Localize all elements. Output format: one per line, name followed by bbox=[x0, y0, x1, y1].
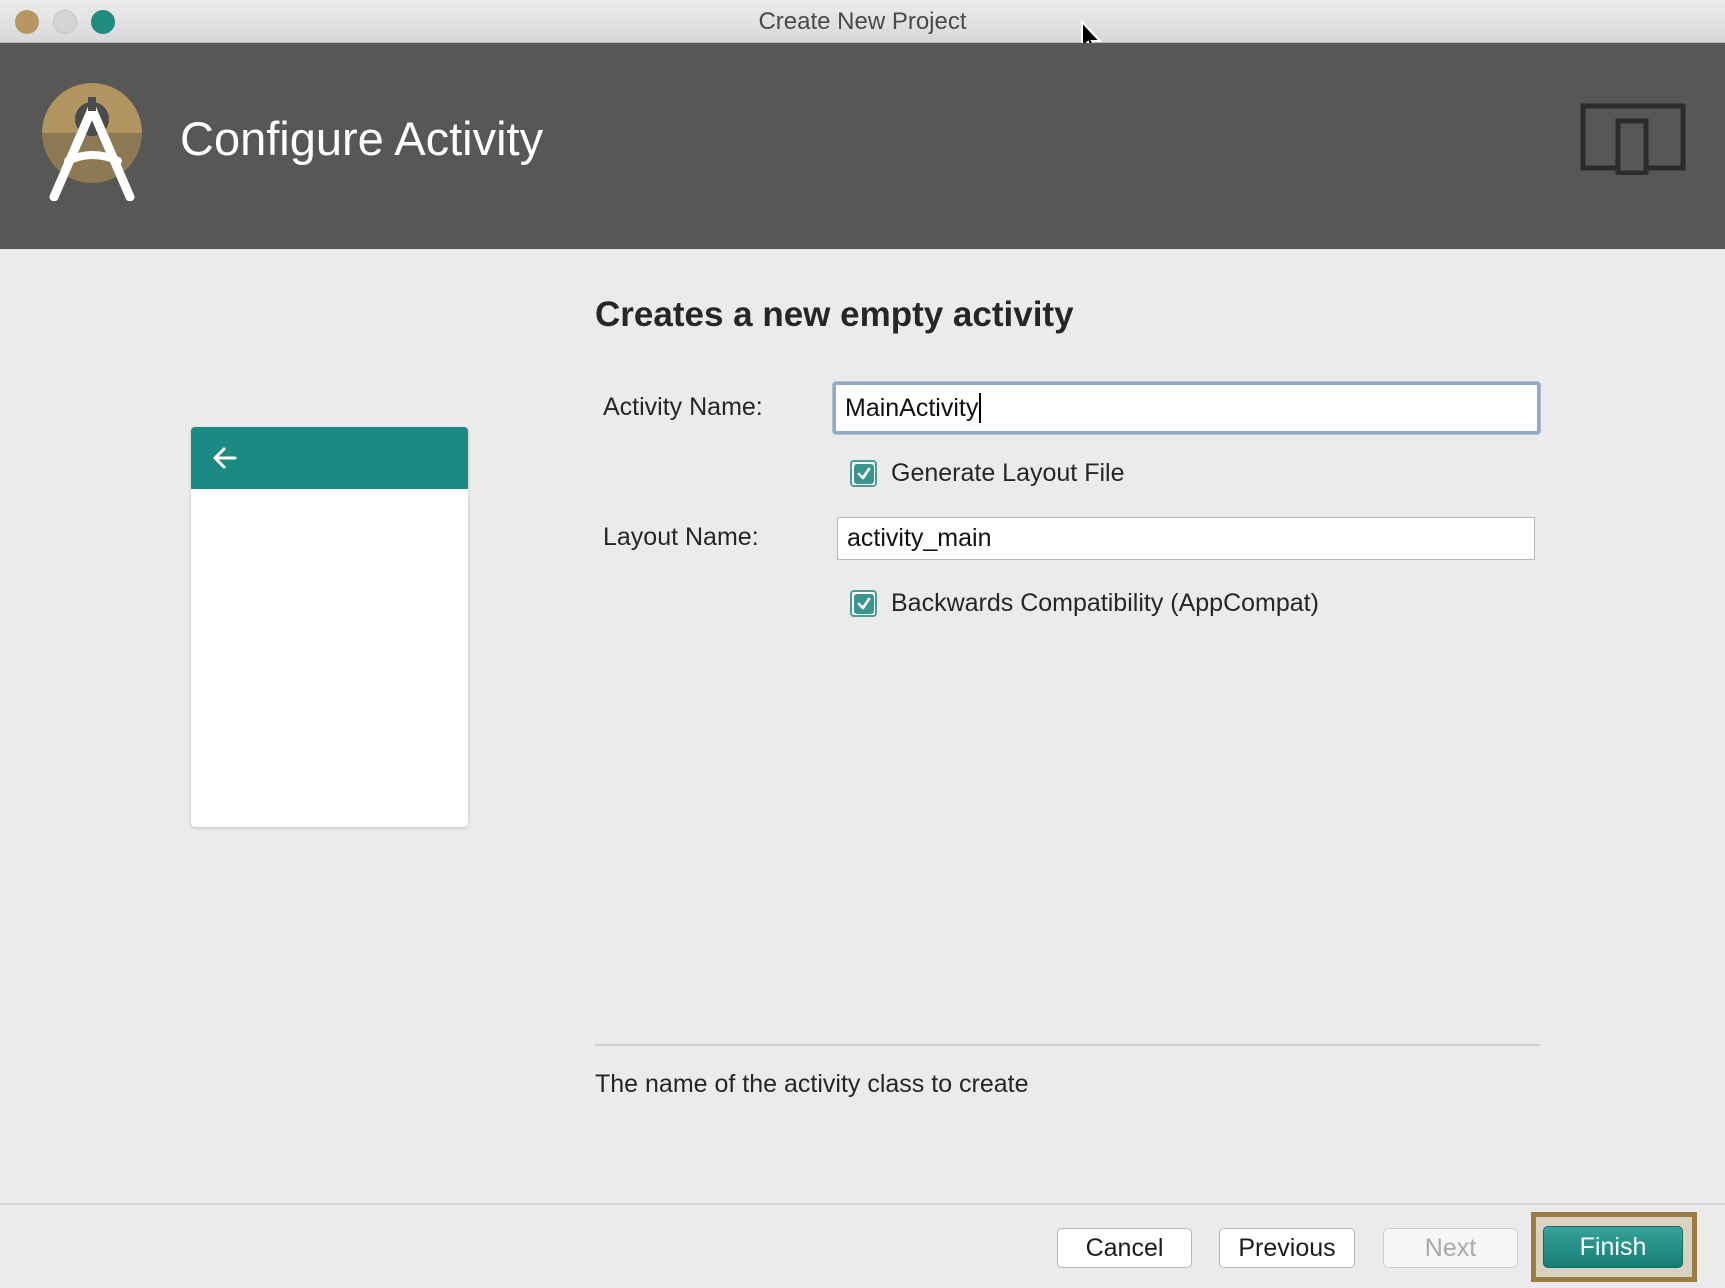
layout-name-value: activity_main bbox=[847, 524, 992, 552]
wizard-header: Configure Activity bbox=[0, 43, 1725, 249]
footer-divider bbox=[0, 1203, 1725, 1205]
phone-tablet-device-icon bbox=[1580, 103, 1686, 175]
page-title: Configure Activity bbox=[180, 112, 544, 165]
layout-name-input[interactable]: activity_main bbox=[837, 517, 1535, 560]
field-hint: The name of the activity class to create bbox=[595, 1070, 1029, 1098]
activity-name-value: MainActivity bbox=[845, 393, 979, 422]
create-project-window: Create New Project Configure Activity Cr… bbox=[0, 0, 1725, 1288]
activity-preview bbox=[191, 427, 468, 827]
text-caret bbox=[979, 393, 982, 423]
preview-app-bar bbox=[191, 427, 468, 489]
hint-divider bbox=[595, 1044, 1540, 1046]
generate-layout-checkbox[interactable]: Generate Layout File bbox=[850, 459, 1124, 488]
activity-name-label: Activity Name: bbox=[603, 393, 763, 421]
previous-button[interactable]: Previous bbox=[1219, 1228, 1355, 1268]
backwards-compat-checkbox[interactable]: Backwards Compatibility (AppCompat) bbox=[850, 589, 1319, 618]
generate-layout-check-icon[interactable] bbox=[850, 460, 877, 487]
cancel-button[interactable]: Cancel bbox=[1057, 1228, 1192, 1268]
layout-name-label: Layout Name: bbox=[603, 523, 759, 551]
form-heading: Creates a new empty activity bbox=[595, 295, 1074, 334]
generate-layout-label: Generate Layout File bbox=[891, 459, 1125, 487]
finish-button[interactable]: Finish bbox=[1543, 1226, 1683, 1268]
arrow-back-icon bbox=[213, 447, 237, 469]
activity-name-input[interactable]: MainActivity bbox=[833, 382, 1540, 434]
next-button[interactable]: Next bbox=[1383, 1228, 1518, 1268]
title-bar: Create New Project bbox=[0, 0, 1725, 55]
backwards-compat-check-icon[interactable] bbox=[850, 590, 877, 617]
window-title: Create New Project bbox=[758, 8, 967, 35]
android-studio-logo-icon bbox=[42, 83, 142, 201]
backwards-compat-label: Backwards Compatibility (AppCompat) bbox=[891, 589, 1319, 617]
